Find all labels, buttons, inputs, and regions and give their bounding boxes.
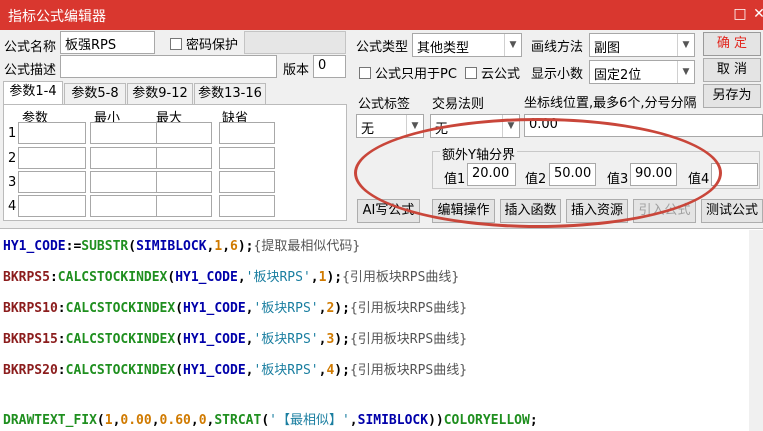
cloud-formula-label: 云公式 — [481, 67, 521, 82]
formula-type-value: 其他类型 — [417, 41, 470, 56]
checkbox-box — [170, 37, 182, 50]
cancel-button[interactable]: 取 消 — [703, 58, 761, 82]
title-bar: 指标公式编辑器 □ ✕ — [0, 0, 763, 30]
param-table: 参数 最小 最大 缺省 1 2 3 4 — [3, 104, 347, 221]
decimals-value: 固定2位 — [594, 68, 642, 83]
param-max-cell[interactable] — [156, 171, 212, 193]
pc-only-label: 公式只用于PC — [375, 67, 457, 82]
param-min-cell[interactable] — [90, 147, 158, 169]
close-button[interactable]: ✕ — [750, 5, 763, 23]
param-name-cell[interactable] — [18, 122, 86, 144]
formula-tag-select[interactable]: 无 ▼ — [356, 114, 424, 138]
y-value2-label: 值2 — [525, 172, 547, 187]
y-value2-input[interactable]: 50.00 — [549, 163, 596, 186]
decimals-label: 显示小数 — [531, 67, 584, 82]
code-line-5: BKRPS20:CALCSTOCKINDEX(HY1_CODE,'板块RPS',… — [3, 363, 468, 378]
password-input[interactable] — [244, 31, 346, 54]
ai-write-button[interactable]: AI写公式 — [357, 199, 420, 223]
ok-button[interactable]: 确 定 — [703, 32, 761, 56]
param-default-cell[interactable] — [219, 122, 275, 144]
formula-tag-label: 公式标签 — [358, 97, 411, 112]
save-as-button[interactable]: 另存为 — [703, 84, 761, 108]
param-name-cell[interactable] — [18, 147, 86, 169]
draw-method-label: 画线方法 — [531, 40, 584, 55]
param-default-cell[interactable] — [219, 147, 275, 169]
formula-editor-window: 指标公式编辑器 □ ✕ 公式名称 板强RPS 密码保护 公式类型 其他类型 ▼ … — [0, 0, 763, 431]
trade-rule-value: 无 — [435, 122, 449, 137]
param-default-cell[interactable] — [219, 195, 275, 217]
param-min-cell[interactable] — [90, 122, 158, 144]
param-min-cell[interactable] — [90, 195, 158, 217]
formula-tag-value: 无 — [361, 122, 375, 137]
password-protect-checkbox[interactable]: 密码保护 — [170, 34, 238, 53]
y-axis-group-title: 额外Y轴分界 — [440, 144, 517, 163]
edit-op-button[interactable]: 编辑操作 — [432, 199, 495, 223]
insert-function-button[interactable]: 插入函数 — [500, 199, 561, 223]
param-max-cell[interactable] — [156, 122, 212, 144]
param-row-number: 4 — [8, 199, 17, 214]
version-input[interactable]: 0 — [313, 55, 346, 78]
y-value4-input[interactable] — [711, 163, 758, 186]
window-title: 指标公式编辑器 — [8, 9, 106, 25]
code-line-4: BKRPS15:CALCSTOCKINDEX(HY1_CODE,'板块RPS',… — [3, 332, 468, 347]
insert-resource-button[interactable]: 插入资源 — [566, 199, 628, 223]
password-protect-label: 密码保护 — [186, 38, 239, 53]
param-name-cell[interactable] — [18, 195, 86, 217]
tab-params-5-8[interactable]: 参数5-8 — [64, 83, 126, 105]
code-line-1: HY1_CODE:=SUBSTR(SIMIBLOCK,1,6);{提取最相似代码… — [3, 239, 361, 254]
coord-line-input[interactable]: 0.00 — [524, 114, 763, 137]
formula-type-select[interactable]: 其他类型 ▼ — [412, 33, 522, 57]
formula-type-label: 公式类型 — [356, 40, 409, 55]
trade-rule-select[interactable]: 无 ▼ — [430, 114, 520, 138]
draw-method-value: 副图 — [594, 41, 621, 56]
y-value4-label: 值4 — [688, 172, 710, 187]
test-formula-button[interactable]: 测试公式 — [701, 199, 763, 223]
version-label: 版本 — [283, 63, 310, 78]
import-formula-button[interactable]: 引入公式 — [633, 199, 696, 223]
code-line-3: BKRPS10:CALCSTOCKINDEX(HY1_CODE,'板块RPS',… — [3, 301, 468, 316]
code-editor[interactable]: HY1_CODE:=SUBSTR(SIMIBLOCK,1,6);{提取最相似代码… — [0, 228, 763, 431]
code-line-2: BKRPS5:CALCSTOCKINDEX(HY1_CODE,'板块RPS',1… — [3, 270, 460, 285]
tab-params-9-12[interactable]: 参数9-12 — [127, 83, 193, 105]
param-default-cell[interactable] — [219, 171, 275, 193]
chevron-down-icon: ▼ — [677, 34, 694, 56]
param-min-cell[interactable] — [90, 171, 158, 193]
coord-line-label: 坐标线位置,最多6个,分号分隔 — [524, 96, 697, 111]
formula-name-label: 公式名称 — [4, 40, 57, 55]
formula-desc-label: 公式描述 — [4, 63, 57, 78]
decimals-select[interactable]: 固定2位 ▼ — [589, 60, 695, 84]
y-value3-input[interactable]: 90.00 — [630, 163, 677, 186]
chevron-down-icon: ▼ — [677, 61, 694, 83]
param-max-cell[interactable] — [156, 195, 212, 217]
cloud-formula-checkbox[interactable]: 云公式 — [465, 63, 520, 82]
formula-desc-input[interactable] — [60, 55, 277, 78]
param-row-number: 1 — [8, 126, 17, 141]
checkbox-box — [465, 66, 477, 79]
formula-name-input[interactable]: 板强RPS — [60, 31, 155, 54]
chevron-down-icon: ▼ — [406, 115, 423, 137]
draw-method-select[interactable]: 副图 ▼ — [589, 33, 695, 57]
trade-rule-label: 交易法则 — [432, 97, 485, 112]
pc-only-checkbox[interactable]: 公式只用于PC — [359, 63, 457, 82]
param-row-number: 3 — [8, 175, 17, 190]
y-value1-input[interactable]: 20.00 — [467, 163, 516, 186]
y-value3-label: 值3 — [607, 172, 629, 187]
tab-params-13-16[interactable]: 参数13-16 — [194, 83, 266, 105]
y-value1-label: 值1 — [444, 172, 466, 187]
tab-params-1-4[interactable]: 参数1-4 — [3, 81, 63, 105]
chevron-down-icon: ▼ — [504, 34, 521, 56]
checkbox-box — [359, 66, 371, 79]
param-max-cell[interactable] — [156, 147, 212, 169]
maximize-button[interactable]: □ — [731, 5, 749, 23]
param-name-cell[interactable] — [18, 171, 86, 193]
chevron-down-icon: ▼ — [502, 115, 519, 137]
editor-scrollbar[interactable] — [749, 230, 763, 431]
param-row-number: 2 — [8, 151, 17, 166]
code-line-6: DRAWTEXT_FIX(1,0.00,0.60,0,STRCAT('【最相似】… — [3, 413, 538, 428]
